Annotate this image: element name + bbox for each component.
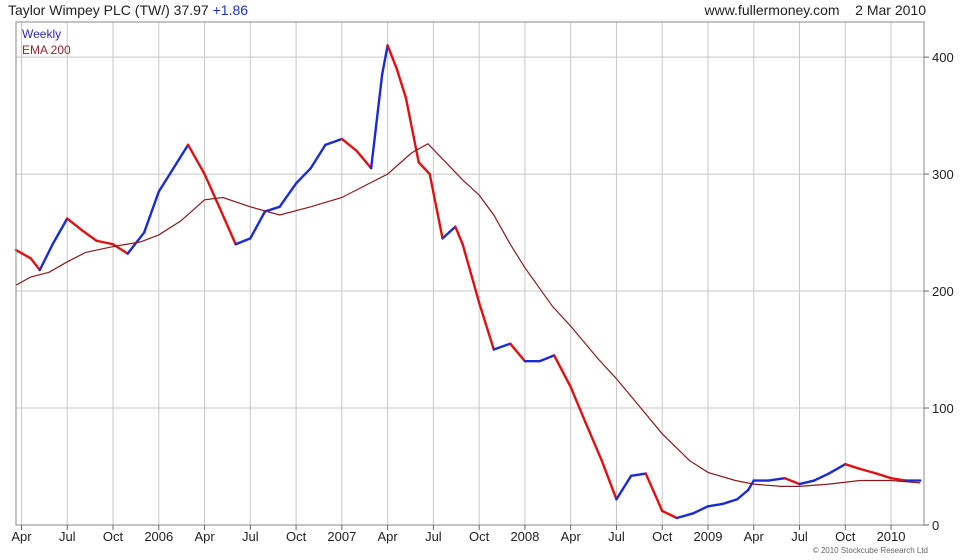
weekly-price-segment — [644, 472, 664, 513]
weekly-price-segment — [66, 217, 84, 232]
weekly-price-segment — [584, 420, 604, 462]
weekly-price-segment — [454, 225, 464, 246]
x-tick-label: Oct — [835, 529, 856, 544]
y-tick-label: 100 — [932, 401, 954, 416]
x-tick-label: Apr — [194, 529, 215, 544]
y-tick-label: 0 — [932, 518, 939, 533]
weekly-price-segment — [747, 479, 755, 492]
weekly-price-segment — [441, 225, 457, 240]
x-tick-label: 2010 — [877, 529, 906, 544]
weekly-price-segment — [477, 301, 495, 351]
weekly-price-segment — [492, 342, 512, 351]
x-tick-label: Apr — [561, 529, 582, 544]
weekly-price-segment — [203, 172, 221, 209]
x-axis: Apr Jul Oct 2006 Apr Jul Oct 2007 Apr Jul Oct 2008 A… — [11, 525, 906, 544]
weekly-price-segment — [706, 502, 724, 508]
weekly-price-segment — [858, 467, 878, 475]
weekly-price-segment — [428, 172, 444, 240]
x-tick-label: Oct — [652, 529, 673, 544]
x-tick-label: 2009 — [694, 529, 723, 544]
weekly-price-segment — [783, 477, 801, 486]
x-tick-label: Jul — [608, 529, 625, 544]
x-tick-label: Jul — [242, 529, 259, 544]
weekly-price-segment — [767, 477, 787, 482]
weekly-price-segment — [157, 167, 175, 193]
x-tick-label: 2007 — [327, 529, 356, 544]
weekly-price-segment — [309, 143, 327, 170]
weekly-price-segment — [395, 67, 408, 100]
weekly-price-segment — [553, 354, 572, 389]
weekly-price-segment — [234, 237, 252, 246]
weekly-price-segment — [692, 505, 710, 515]
x-tick-label: Apr — [744, 529, 765, 544]
weekly-price-segment — [380, 44, 389, 76]
x-tick-label: Apr — [11, 529, 32, 544]
weekly-price-segment — [844, 462, 862, 471]
legend-weekly: Weekly — [22, 27, 62, 41]
x-tick-label: Jul — [425, 529, 442, 544]
x-tick-label: Jul — [791, 529, 808, 544]
weekly-price-segment — [38, 243, 54, 272]
weekly-price-segment — [369, 73, 384, 170]
y-tick-label: 200 — [932, 284, 954, 299]
ema-200-line — [15, 142, 921, 487]
weekly-price-segment — [615, 474, 633, 501]
weekly-price-segment — [629, 472, 647, 478]
weekly-price-segment — [798, 479, 816, 486]
weekly-price-segment — [186, 143, 206, 176]
weekly-price-segment — [249, 210, 267, 240]
x-tick-label: Apr — [378, 529, 399, 544]
weekly-price-segment — [417, 161, 431, 176]
y-tick-label: 400 — [932, 50, 954, 65]
series — [14, 44, 922, 520]
y-tick-label: 300 — [932, 167, 954, 182]
weekly-price-segment — [340, 137, 358, 152]
copyright-note: © 2010 Stockcube Research Ltd — [812, 546, 928, 555]
weekly-price-segment — [461, 243, 481, 304]
legend-ema-200: EMA 200 — [22, 43, 71, 57]
weekly-price-segment — [812, 472, 831, 482]
weekly-price-segment — [736, 488, 750, 501]
weekly-price-segment — [675, 512, 695, 520]
x-tick-label: Oct — [469, 529, 490, 544]
weekly-price-segment — [218, 205, 237, 246]
weekly-price-segment — [263, 205, 281, 213]
weekly-price-segment — [600, 459, 618, 501]
weekly-price-segment — [51, 217, 69, 246]
x-tick-label: Jul — [59, 529, 76, 544]
weekly-price-segment — [95, 239, 115, 246]
weekly-price-segment — [324, 137, 344, 147]
weekly-price-segment — [875, 472, 893, 480]
weekly-price-segment — [569, 385, 587, 424]
weekly-price-segment — [29, 257, 41, 272]
weekly-price-segment — [80, 229, 98, 242]
y-axis: 0 100 200 300 400 — [924, 50, 954, 533]
weekly-price-segment — [14, 248, 32, 260]
x-tick-label: Oct — [103, 529, 124, 544]
weekly-price-segment — [142, 190, 160, 234]
weekly-price-segment — [538, 354, 556, 363]
weekly-price-segment — [721, 498, 739, 506]
weekly-price-segment — [278, 182, 298, 209]
weekly-price-segment — [294, 167, 312, 185]
weekly-price-segment — [509, 342, 527, 363]
x-tick-label: Oct — [286, 529, 307, 544]
weekly-price-segment — [355, 149, 373, 170]
x-tick-label: 2008 — [510, 529, 539, 544]
weekly-price-segment — [827, 462, 847, 475]
x-tick-label: 2006 — [144, 529, 173, 544]
weekly-price-segment — [661, 509, 679, 520]
weekly-price-segment — [172, 143, 190, 170]
price-chart: Apr Jul Oct 2006 Apr Jul Oct 2007 Apr Jul Oct 2008 A… — [11, 21, 954, 544]
